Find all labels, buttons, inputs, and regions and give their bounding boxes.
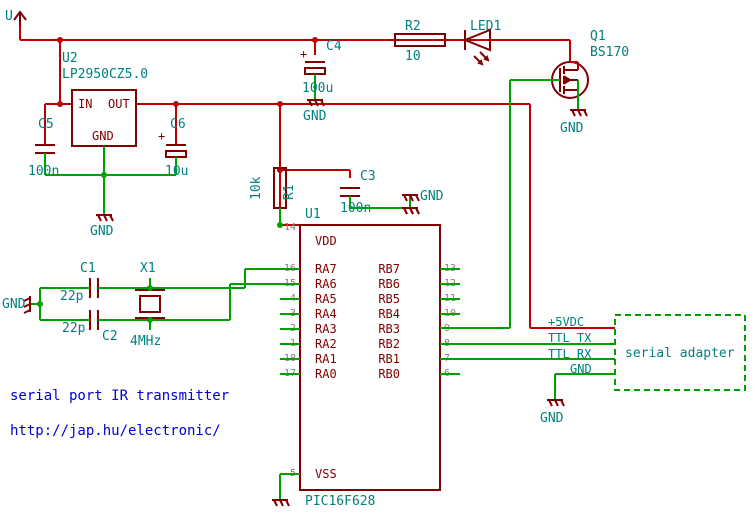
crystal-net: C1 22p 22p C2 X1 4MHz GND <box>2 261 300 349</box>
schematic-title: serial port IR transmitter <box>10 388 229 404</box>
svg-text:IN: IN <box>78 97 92 111</box>
svg-text:TTL RX: TTL RX <box>548 347 592 361</box>
svg-text:Q1: Q1 <box>590 29 606 44</box>
svg-text:C6: C6 <box>170 117 186 132</box>
schematic: U U2 <box>0 0 756 529</box>
svg-text:C4: C4 <box>326 39 342 54</box>
svg-text:serial adapter: serial adapter <box>625 346 735 361</box>
svg-text:GND: GND <box>420 189 444 204</box>
svg-text:+5VDC: +5VDC <box>548 315 584 329</box>
svg-text:GND: GND <box>560 121 584 136</box>
svg-text:GND: GND <box>90 224 114 239</box>
svg-text:RB6: RB6 <box>378 277 400 291</box>
serial-wires: GND <box>460 344 615 426</box>
svg-text:C3: C3 <box>360 169 376 184</box>
svg-text:10: 10 <box>405 49 421 64</box>
mosfet-q1: Q1 BS170 GND <box>540 29 629 136</box>
u2-ref: U2 <box>62 51 78 66</box>
svg-text:GND: GND <box>303 109 327 124</box>
svg-text:VDD: VDD <box>315 234 337 248</box>
svg-text:RA0: RA0 <box>315 367 337 381</box>
u2-part: LP2950CZ5.0 <box>62 67 148 82</box>
svg-text:GND: GND <box>540 411 564 426</box>
svg-text:U1: U1 <box>305 207 321 222</box>
svg-text:RA7: RA7 <box>315 262 337 276</box>
svg-text:22p: 22p <box>62 321 86 336</box>
svg-text:RB0: RB0 <box>378 367 400 381</box>
schematic-url: http://jap.hu/electronic/ <box>10 423 221 439</box>
power-label: U <box>5 9 13 24</box>
svg-text:RB1: RB1 <box>378 352 400 366</box>
gate-wire <box>440 80 540 328</box>
svg-text:GND: GND <box>92 129 114 143</box>
svg-text:RB7: RB7 <box>378 262 400 276</box>
svg-text:22p: 22p <box>60 289 84 304</box>
svg-text:+: + <box>158 129 165 143</box>
svg-text:14: 14 <box>284 222 296 233</box>
svg-text:C5: C5 <box>38 117 54 132</box>
svg-text:+: + <box>300 47 307 61</box>
svg-text:PIC16F628: PIC16F628 <box>305 494 375 509</box>
svg-text:RA6: RA6 <box>315 277 337 291</box>
svg-text:100n: 100n <box>28 164 59 179</box>
svg-text:100n: 100n <box>340 201 371 216</box>
svg-text:VSS: VSS <box>315 467 337 481</box>
svg-text:GND: GND <box>2 297 26 312</box>
svg-text:RA3: RA3 <box>315 322 337 336</box>
gnd-c3: GND <box>402 189 444 214</box>
cap-c4: C4 + 100u GND <box>300 39 342 124</box>
svg-text:RB2: RB2 <box>378 337 400 351</box>
led1: LED1 <box>465 19 505 64</box>
gnd-reg: GND <box>90 215 114 239</box>
svg-text:X1: X1 <box>140 261 156 276</box>
svg-text:R2: R2 <box>405 19 421 34</box>
resistor-r2: R2 10 <box>395 19 445 64</box>
svg-text:C1: C1 <box>80 261 96 276</box>
svg-text:OUT: OUT <box>108 97 130 111</box>
power-rails: U <box>5 9 615 328</box>
regulator-u2: U2 LP2950CZ5.0 IN OUT GND <box>62 51 148 215</box>
serial-adapter: +5VDC TTL TX TTL RX GND serial adapter <box>548 315 745 390</box>
svg-text:100u: 100u <box>302 81 333 96</box>
svg-text:TTL TX: TTL TX <box>548 331 592 345</box>
svg-text:BS170: BS170 <box>590 45 629 60</box>
svg-text:RB4: RB4 <box>378 307 400 321</box>
mcu-u1: U1 VDD 14 RA716 RA615 RA54 RA43 RA32 RA2… <box>272 207 460 509</box>
svg-text:R1: R1 <box>282 184 297 200</box>
svg-text:4MHz: 4MHz <box>130 334 161 349</box>
cap-c6: C6 + 10u <box>104 117 188 179</box>
svg-text:RB5: RB5 <box>378 292 400 306</box>
svg-text:GND: GND <box>570 362 592 376</box>
cap-c5: C5 100n <box>28 117 107 179</box>
svg-text:RA1: RA1 <box>315 352 337 366</box>
svg-text:RA2: RA2 <box>315 337 337 351</box>
svg-text:RA5: RA5 <box>315 292 337 306</box>
svg-text:10u: 10u <box>165 164 188 179</box>
svg-text:C2: C2 <box>102 329 118 344</box>
svg-text:RA4: RA4 <box>315 307 337 321</box>
svg-text:10k: 10k <box>249 176 264 200</box>
resistor-r1: 10k R1 <box>249 165 297 228</box>
svg-text:RB3: RB3 <box>378 322 400 336</box>
